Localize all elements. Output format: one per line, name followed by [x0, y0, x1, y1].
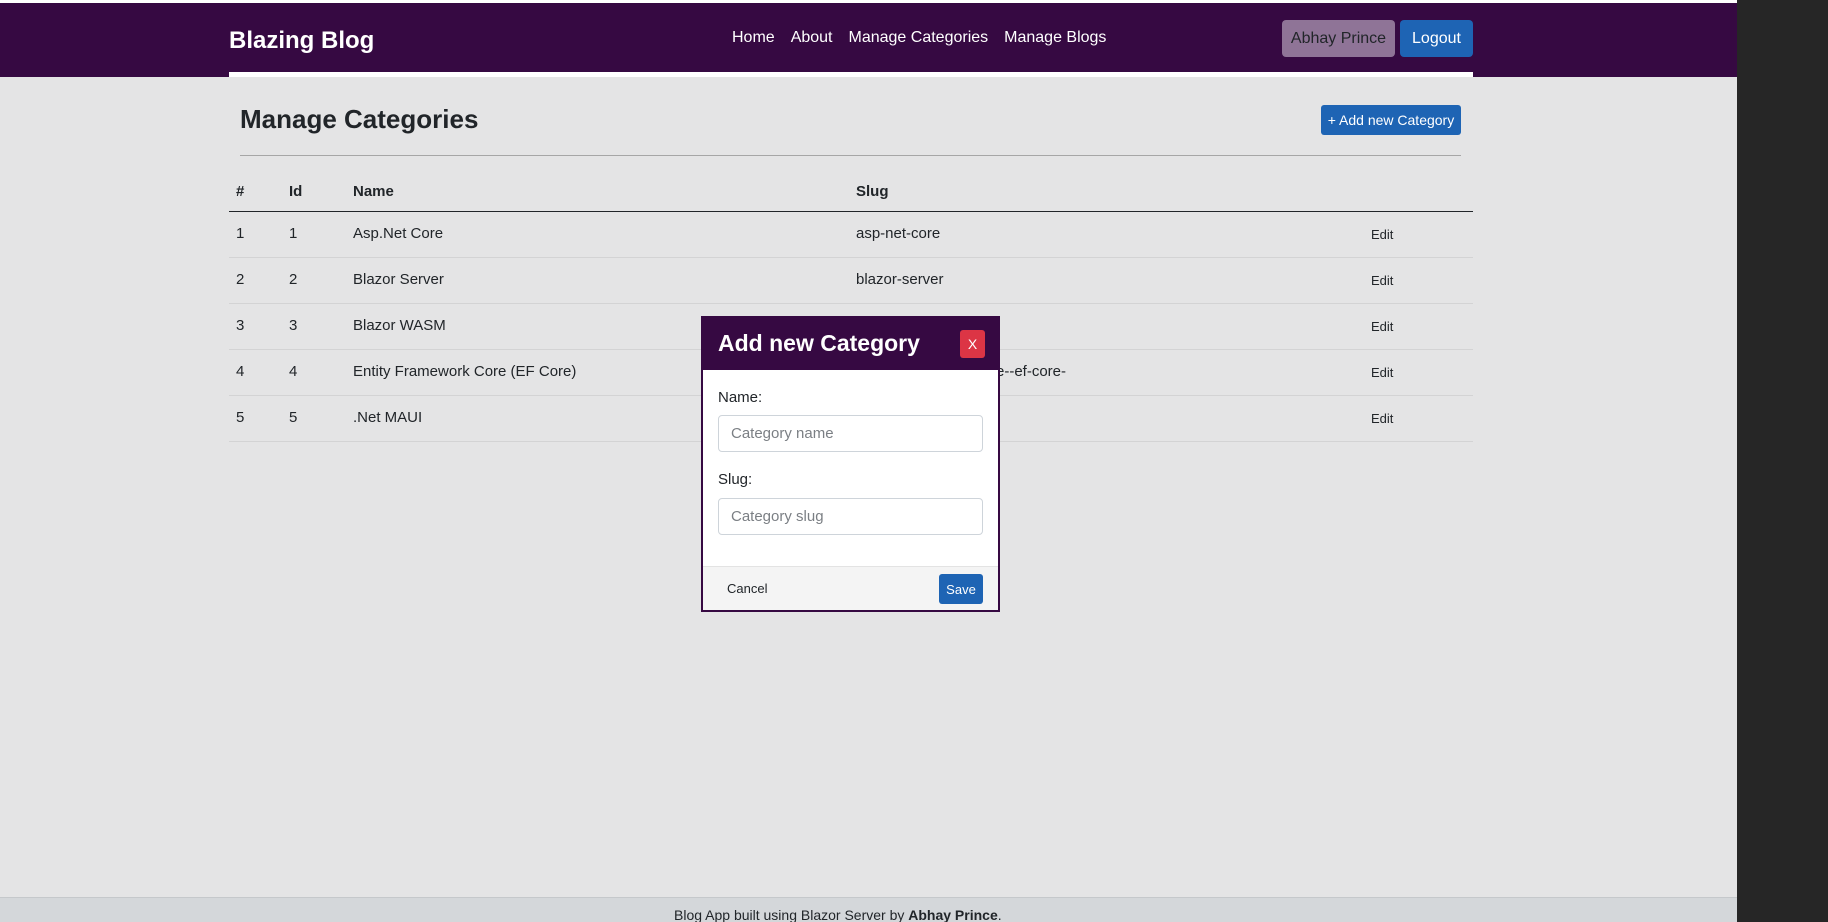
modal-close-button[interactable]: X: [960, 330, 985, 358]
nav-link-home[interactable]: Home: [732, 29, 775, 47]
edit-button[interactable]: Edit: [1371, 227, 1393, 242]
edit-button[interactable]: Edit: [1371, 365, 1393, 380]
footer-prefix: Blog App built using Blazor Server by: [674, 907, 909, 922]
user-button[interactable]: Abhay Prince: [1282, 20, 1395, 57]
cell-id: 3: [289, 317, 298, 334]
cell-num: 5: [236, 409, 245, 426]
name-label: Name:: [718, 389, 763, 406]
footer-text: Blog App built using Blazor Server by Ab…: [674, 907, 1002, 922]
cell-name: Entity Framework Core (EF Core): [353, 363, 577, 380]
slug-label: Slug:: [718, 471, 753, 488]
cell-name: Blazor WASM: [353, 317, 446, 334]
page: Blazing Blog Home About Manage Categorie…: [0, 0, 1737, 922]
nav-links: Home About Manage Categories Manage Blog…: [732, 29, 1122, 47]
cell-name: Blazor Server: [353, 271, 444, 288]
navbar: Blazing Blog Home About Manage Categorie…: [0, 3, 1737, 77]
table-row: 2 2 Blazor Server blazor-server Edit: [229, 258, 1473, 304]
footer-suffix: .: [997, 907, 1002, 922]
cancel-button[interactable]: Cancel: [727, 581, 767, 596]
cell-num: 1: [236, 225, 245, 242]
cell-id: 5: [289, 409, 298, 426]
cell-num: 3: [236, 317, 245, 334]
modal-footer: Cancel Save: [703, 566, 998, 610]
edit-button[interactable]: Edit: [1371, 273, 1393, 288]
nav-link-manage-blogs[interactable]: Manage Blogs: [1004, 29, 1106, 47]
nav-link-about[interactable]: About: [791, 29, 833, 47]
save-button[interactable]: Save: [939, 574, 983, 604]
nav-link-manage-categories[interactable]: Manage Categories: [849, 29, 989, 47]
footer-author: Abhay Prince: [908, 907, 998, 922]
right-dark-area: [1737, 0, 1828, 922]
logout-button[interactable]: Logout: [1400, 20, 1473, 57]
edit-button[interactable]: Edit: [1371, 319, 1393, 334]
modal-header: Add new Category X: [703, 318, 998, 370]
cell-id: 2: [289, 271, 298, 288]
cell-slug: e--ef-core-: [996, 363, 1067, 380]
header-name: Name: [353, 183, 394, 200]
add-category-button[interactable]: + Add new Category: [1321, 105, 1461, 135]
header-num: #: [236, 183, 245, 200]
cell-slug: asp-net-core: [856, 225, 941, 242]
cell-name: Asp.Net Core: [353, 225, 444, 242]
table-header: # Id Name Slug: [229, 172, 1473, 212]
category-slug-input[interactable]: [718, 498, 983, 535]
content-top-border: [229, 72, 1473, 77]
brand-link[interactable]: Blazing Blog: [229, 27, 374, 55]
cell-slug: blazor-server: [856, 271, 944, 288]
header-id: Id: [289, 183, 303, 200]
divider: [240, 155, 1461, 156]
page-title: Manage Categories: [240, 104, 479, 134]
cell-num: 4: [236, 363, 245, 380]
add-category-modal: Add new Category X Name: Slug: Cancel Sa…: [701, 316, 1000, 612]
category-name-input[interactable]: [718, 415, 983, 452]
cell-id: 4: [289, 363, 298, 380]
table-row: 1 1 Asp.Net Core asp-net-core Edit: [229, 212, 1473, 258]
modal-title: Add new Category: [718, 330, 920, 356]
cell-name: .Net MAUI: [353, 409, 423, 426]
header-slug: Slug: [856, 183, 889, 200]
cell-id: 1: [289, 225, 298, 242]
cell-num: 2: [236, 271, 245, 288]
edit-button[interactable]: Edit: [1371, 411, 1393, 426]
footer: Blog App built using Blazor Server by Ab…: [0, 897, 1737, 922]
